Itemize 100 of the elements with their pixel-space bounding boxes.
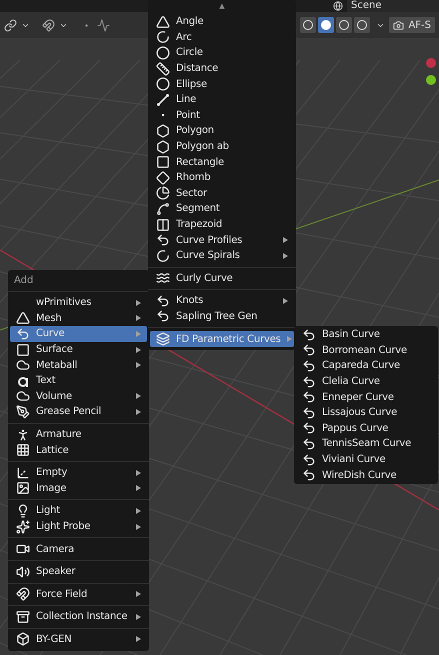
menu-item-label: Mesh	[36, 312, 63, 326]
menu-item[interactable]: Empty	[10, 464, 147, 481]
menu-item-label: Borromean Curve	[322, 344, 408, 358]
menu-item[interactable]: Speaker	[10, 564, 147, 580]
archive-icon	[16, 610, 30, 624]
hook-curve-icon	[16, 326, 30, 341]
menu-item[interactable]: WireDish Curve	[296, 467, 436, 483]
menu-item-label: Capareda Curve	[322, 359, 401, 374]
menu-item[interactable]: Grease Pencil	[10, 404, 147, 420]
menu-item[interactable]: Angle	[150, 14, 294, 30]
menu-item[interactable]: Metaball	[10, 357, 147, 373]
menu-item[interactable]: Ellipse	[150, 76, 294, 92]
menu-item-label: Viviani Curve	[322, 453, 386, 468]
menu-item[interactable]: Sapling Tree Gen	[150, 308, 294, 324]
menu-item[interactable]: Light	[10, 503, 147, 519]
menu-item[interactable]: Light Probe	[10, 518, 147, 534]
menu-item[interactable]: Sector	[150, 186, 294, 202]
menu-item[interactable]: Text	[10, 372, 147, 389]
menu-item[interactable]: Rhomb	[150, 170, 294, 186]
hook-curve-icon	[302, 406, 316, 420]
hook-curve-icon	[302, 390, 316, 404]
menu-item[interactable]: Borromean Curve	[296, 342, 436, 358]
menu-item-label: Ellipse	[176, 78, 208, 92]
af-button[interactable]: AF-S	[389, 17, 435, 33]
menu-item[interactable]: Camera	[10, 541, 147, 557]
hook-curve-icon	[156, 233, 170, 248]
ellipse-icon	[156, 77, 170, 92]
triangle-icon	[16, 311, 30, 326]
menu-item-label: Camera	[36, 542, 76, 557]
menu-item-label: Lattice	[36, 444, 70, 458]
menu-item[interactable]: Basin Curve	[296, 327, 436, 343]
menu-item-label: Collection Instance	[36, 610, 128, 624]
hexagon-icon	[156, 140, 170, 154]
hook-curve-icon	[302, 468, 316, 482]
menu-item-label: BY-GEN	[36, 632, 73, 647]
grid-icon	[16, 443, 30, 458]
menu-item[interactable]: Lattice	[10, 442, 147, 458]
menu-item[interactable]: wPrimitives	[10, 295, 147, 311]
menu-item-label: Light Probe	[36, 520, 92, 534]
menu-item-label: Sector	[176, 186, 208, 201]
hook-curve-icon	[302, 421, 316, 436]
menu-item[interactable]: TennisSeam Curve	[296, 436, 436, 452]
hook-curve-icon	[302, 452, 316, 467]
scene-icon	[333, 1, 343, 11]
menu-item[interactable]: Collection Instance	[10, 609, 147, 625]
stack-icon	[156, 332, 170, 346]
menu-item-label: Knots	[176, 294, 204, 308]
menu-item[interactable]: Mesh	[10, 310, 147, 326]
menu-item[interactable]: Capareda Curve	[296, 358, 436, 374]
speaker-icon	[16, 564, 30, 579]
menu-item-label: Surface	[36, 343, 74, 358]
menu-item[interactable]: Line	[150, 92, 294, 108]
menu-item[interactable]: Curve Profiles	[150, 232, 294, 248]
menu-item[interactable]: Force Field	[10, 586, 147, 602]
menu-item[interactable]: Distance	[150, 60, 294, 76]
menu-item[interactable]: Polygon	[150, 123, 294, 139]
menu-item[interactable]: Viviani Curve	[296, 452, 436, 468]
menu-item[interactable]: Point	[150, 108, 294, 124]
menu-item[interactable]: Clelia Curve	[296, 374, 436, 390]
hook-curve-icon	[302, 328, 316, 342]
menu-item[interactable]: Lissajous Curve	[296, 404, 436, 421]
menu-item[interactable]: Curly Curve	[150, 270, 294, 286]
figure-icon	[16, 428, 30, 442]
menu-item[interactable]: Circle	[150, 45, 294, 61]
menu-item[interactable]: Segment	[150, 201, 294, 217]
menu-item[interactable]: Rectangle	[150, 154, 294, 170]
shading-button[interactable]	[318, 17, 334, 33]
menu-item-label: Empty	[36, 466, 68, 480]
shading-button[interactable]	[336, 17, 352, 33]
menu-item[interactable]: Pappus Curve	[296, 420, 436, 436]
link-icon[interactable]	[4, 18, 17, 32]
menu-item[interactable]: Enneper Curve	[296, 389, 436, 405]
shading-button[interactable]	[354, 17, 370, 33]
menu-item-label: Grease Pencil	[36, 405, 102, 420]
menu-item[interactable]: Armature	[10, 426, 147, 442]
sparkle-icon	[16, 520, 30, 534]
scene-field[interactable]: Scene	[347, 0, 439, 12]
segment-icon	[156, 202, 170, 216]
menu-item[interactable]: Curve	[10, 326, 147, 342]
menu-item[interactable]: FD Parametric Curves	[150, 331, 294, 347]
menu-item[interactable]: Knots	[150, 293, 294, 309]
shading-button[interactable]	[300, 17, 316, 33]
menu-item[interactable]: Image	[10, 480, 147, 496]
menu-item-label: Rectangle	[176, 156, 226, 170]
menu-item-label: Segment	[176, 202, 221, 216]
menu-item[interactable]: Curve Spirals	[150, 248, 294, 264]
menu-item[interactable]: Trapezoid	[150, 216, 294, 232]
menu-item-label: Angle	[176, 15, 204, 30]
menu-item-label: Point	[176, 108, 201, 123]
hook-curve-icon	[156, 294, 170, 308]
menu-item-label: Circle	[176, 46, 204, 60]
menu-item[interactable]: Surface	[10, 342, 147, 358]
menu-item-label: Curve Spirals	[176, 249, 241, 264]
menu-item[interactable]: Arc	[150, 30, 294, 46]
box-icon	[16, 632, 30, 646]
menu-item-label: FD Parametric Curves	[176, 332, 281, 347]
menu-item[interactable]: Volume	[10, 388, 147, 404]
magnet-icon[interactable]	[42, 18, 55, 32]
menu-item[interactable]: Polygon ab	[150, 138, 294, 154]
menu-item[interactable]: BY-GEN	[10, 632, 147, 648]
